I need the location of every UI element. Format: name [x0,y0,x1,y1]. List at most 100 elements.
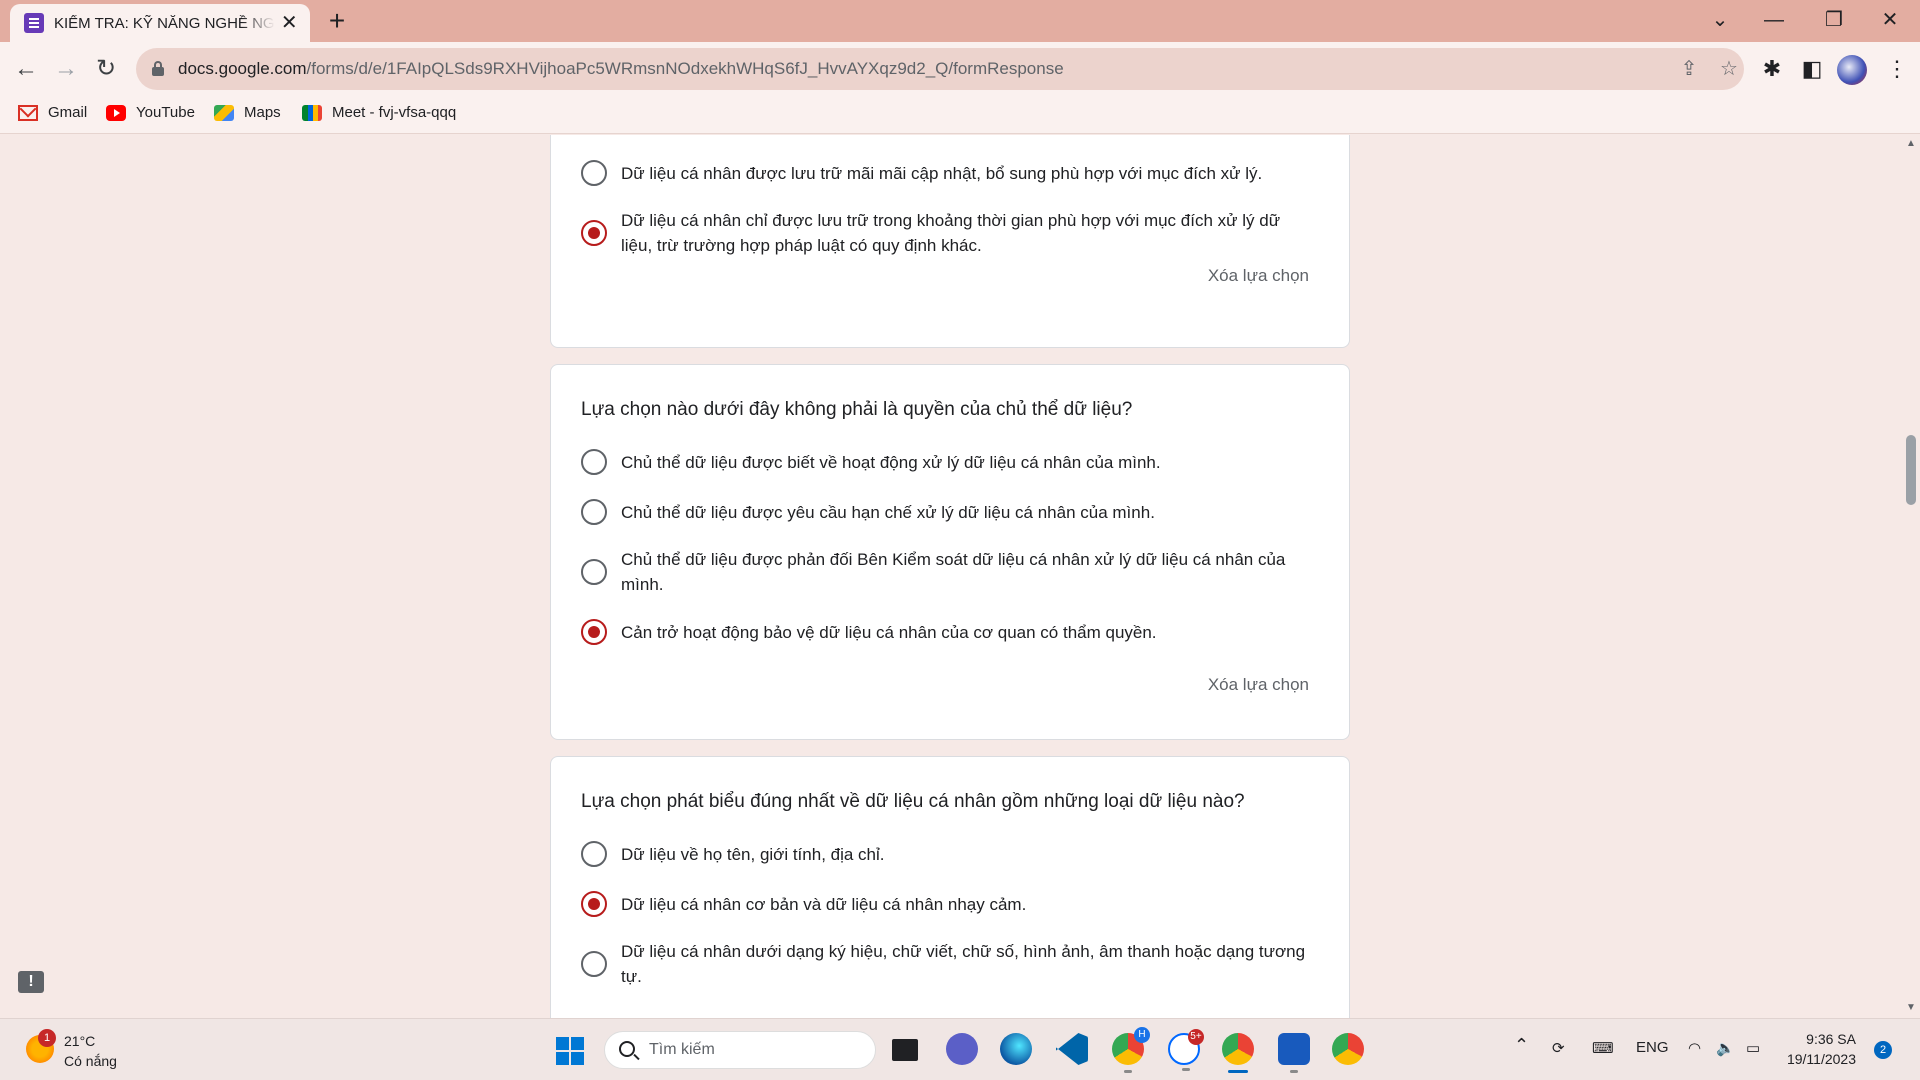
url-text[interactable]: docs.google.com/forms/d/e/1FAIpQLSds9RXH… [178,59,1064,79]
option-label: Cản trở hoạt động bảo vệ dữ liệu cá nhân… [621,622,1157,642]
menu-kebab-icon[interactable]: ⋮ [1882,54,1912,84]
weather-badge: 1 [38,1029,56,1047]
radio-button[interactable] [581,841,607,867]
bookmark-youtube[interactable]: YouTube [106,104,195,121]
radio-button[interactable] [581,951,607,977]
option-label: Dữ liệu cá nhân được lưu trữ mãi mãi cập… [621,163,1263,183]
running-indicator [1124,1070,1132,1073]
running-indicator [1290,1070,1298,1073]
minimize-button[interactable]: — [1746,0,1802,40]
profile-avatar[interactable] [1837,55,1867,85]
clock-date[interactable]: 19/11/2023 [1746,1051,1856,1067]
tray-chevron-up-icon[interactable]: ⌃ [1514,1035,1529,1056]
option-row[interactable]: Dữ liệu cá nhân chỉ được lưu trữ trong k… [581,208,1321,258]
active-tab[interactable]: KIỂM TRA: KỸ NĂNG NGHỀ NGHIỆP ✕ [10,4,310,42]
bookmark-label: Maps [244,104,281,121]
option-row[interactable]: Chủ thể dữ liệu được biết về hoạt động x… [581,449,1321,475]
radio-button[interactable] [581,160,607,186]
feedback-icon[interactable]: ! [18,971,44,993]
active-indicator [1228,1070,1248,1073]
browser-toolbar: ← → ↻ docs.google.com/forms/d/e/1FAIpQLS… [0,42,1920,96]
taskbar: 1 21°C Có nắng Tìm kiếm H 5+ ⌃ ⟳ ⌨ ENG ◠… [0,1018,1920,1080]
tab-close-button[interactable]: ✕ [279,12,300,34]
option-row[interactable]: Dữ liệu cá nhân dưới dạng ký hiệu, chữ v… [581,939,1321,989]
scroll-up-arrow-icon[interactable]: ▲ [1906,139,1916,149]
radio-button[interactable] [581,449,607,475]
page-scrollbar[interactable]: ▲ ▼ [1902,135,1920,1018]
option-row[interactable]: Chủ thể dữ liệu được yêu cầu hạn chế xử … [581,499,1321,525]
option-label: Dữ liệu cá nhân chỉ được lưu trữ trong k… [621,211,1281,255]
bookmarks-bar: Gmail YouTube Maps Meet - fvj-vfsa-qqq [0,96,1920,134]
taskbar-search[interactable]: Tìm kiếm [604,1031,876,1069]
wifi-icon[interactable]: ◠ [1688,1039,1701,1057]
search-placeholder: Tìm kiếm [649,1041,715,1058]
clock-time[interactable]: 9:36 SA [1776,1031,1856,1047]
bookmark-label: Meet - fvj-vfsa-qqq [332,104,457,121]
weather-condition[interactable]: Có nắng [64,1053,117,1069]
option-label: Chủ thể dữ liệu được phản đối Bên Kiểm s… [621,550,1286,594]
word-icon[interactable] [1278,1033,1310,1073]
option-row[interactable]: Dữ liệu cá nhân cơ bản và dữ liệu cá nhâ… [581,891,1321,917]
tab-search-button[interactable]: ⌄ [1692,0,1748,40]
google-forms-icon [24,13,44,33]
notification-badge[interactable]: 2 [1874,1041,1892,1059]
option-label: Dữ liệu cá nhân cơ bản và dữ liệu cá nhâ… [621,894,1027,914]
bookmark-meet[interactable]: Meet - fvj-vfsa-qqq [302,104,456,121]
option-label: Dữ liệu cá nhân dưới dạng ký hiệu, chữ v… [621,942,1306,986]
reload-button[interactable]: ↻ [90,53,122,85]
radio-button-selected[interactable] [581,220,607,246]
sync-icon[interactable]: ⟳ [1552,1039,1565,1057]
clear-selection-button[interactable]: Xóa lựa chọn [1208,266,1309,286]
extensions-icon[interactable]: ✱ [1757,54,1787,84]
bookmark-gmail[interactable]: Gmail [18,104,87,121]
scroll-down-arrow-icon[interactable]: ▼ [1906,1003,1916,1013]
language-indicator[interactable]: ENG [1636,1039,1669,1056]
volume-icon[interactable]: 🔈 [1716,1039,1735,1057]
chrome-profile-2-icon[interactable] [1332,1033,1364,1065]
back-button[interactable]: ← [10,53,42,85]
bookmark-maps[interactable]: Maps [214,104,281,121]
maps-icon [214,104,234,121]
option-label: Chủ thể dữ liệu được yêu cầu hạn chế xử … [621,502,1155,522]
start-windows-icon[interactable] [556,1037,584,1065]
bookmark-star-icon[interactable]: ☆ [1716,56,1742,82]
weather-temp[interactable]: 21°C [64,1033,95,1049]
keyboard-icon[interactable]: ⌨ [1592,1039,1614,1057]
side-panel-icon[interactable]: ◧ [1797,54,1827,84]
chrome-icon[interactable] [1222,1033,1254,1073]
app-badge: H [1134,1027,1150,1043]
address-bar[interactable]: docs.google.com/forms/d/e/1FAIpQLSds9RXH… [136,48,1744,90]
bookmark-label: YouTube [136,104,195,121]
bookmark-label: Gmail [48,104,88,121]
zalo-icon[interactable]: 5+ [1168,1029,1204,1071]
radio-button-selected[interactable] [581,891,607,917]
option-row[interactable]: Dữ liệu về họ tên, giới tính, địa chỉ. [581,841,1321,867]
chrome-profile-h-icon[interactable]: H [1112,1027,1150,1073]
question-card: Lựa chọn nào dưới đây không phải là quyề… [550,364,1350,740]
question-title: Lựa chọn phát biểu đúng nhất về dữ liệu … [581,791,1245,812]
close-window-button[interactable]: ✕ [1862,0,1918,40]
clear-selection-button[interactable]: Xóa lựa chọn [1208,675,1309,695]
gmail-icon [18,104,38,121]
share-icon[interactable]: ⇪ [1676,56,1702,82]
tab-title: KIỂM TRA: KỸ NĂNG NGHỀ NGHIỆP [54,14,275,32]
option-row[interactable]: Dữ liệu cá nhân được lưu trữ mãi mãi cập… [581,160,1321,186]
edge-icon[interactable] [1000,1033,1032,1065]
meet-icon [302,104,322,121]
task-view-icon[interactable] [892,1039,918,1061]
option-label: Dữ liệu về họ tên, giới tính, địa chỉ. [621,844,885,864]
radio-button[interactable] [581,559,607,585]
restore-button[interactable]: ❐ [1806,0,1862,40]
forward-button[interactable]: → [50,53,82,85]
new-tab-button[interactable]: + [322,7,352,37]
meet-now-icon[interactable] [946,1033,978,1065]
search-icon [619,1041,635,1057]
radio-button-selected[interactable] [581,619,607,645]
option-row[interactable]: Chủ thể dữ liệu được phản đối Bên Kiểm s… [581,547,1321,597]
option-row[interactable]: Cản trở hoạt động bảo vệ dữ liệu cá nhân… [581,619,1321,645]
vscode-icon[interactable] [1056,1033,1088,1065]
lock-icon[interactable] [152,61,164,76]
option-label: Chủ thể dữ liệu được biết về hoạt động x… [621,452,1161,472]
scrollbar-thumb[interactable] [1906,435,1916,505]
radio-button[interactable] [581,499,607,525]
